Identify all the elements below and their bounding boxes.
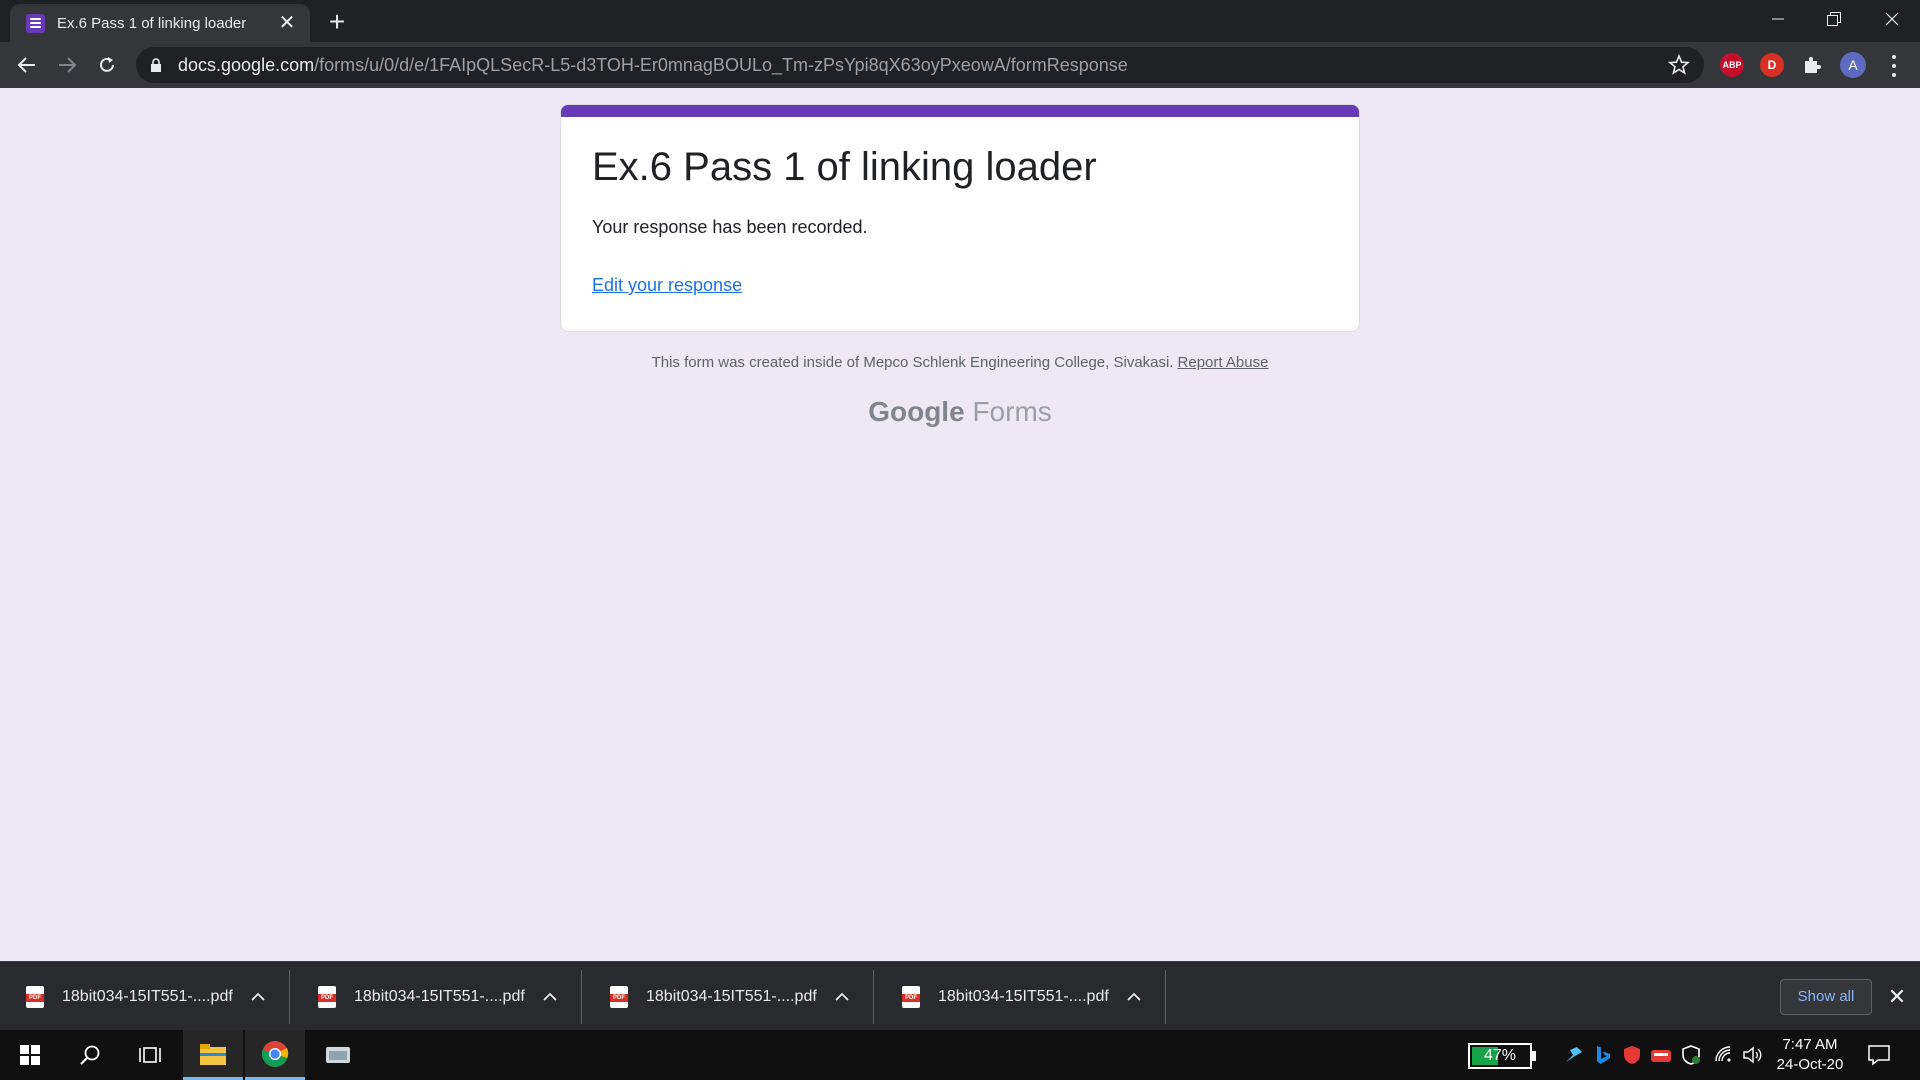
volume-icon[interactable] bbox=[1742, 1044, 1764, 1066]
download-item[interactable]: PDF 18bit034-15IT551-....pdf bbox=[876, 970, 1166, 1024]
battery-indicator[interactable]: 47% bbox=[1468, 1043, 1532, 1069]
back-button[interactable] bbox=[12, 50, 42, 80]
form-title: Ex.6 Pass 1 of linking loader bbox=[592, 145, 1097, 189]
battery-tip bbox=[1532, 1051, 1536, 1061]
arrow-right-icon bbox=[59, 57, 77, 73]
battery-percent: 47% bbox=[1483, 1047, 1517, 1064]
chevron-up-icon[interactable] bbox=[827, 982, 857, 1012]
windows-security-icon[interactable] bbox=[1680, 1044, 1702, 1066]
search-icon[interactable] bbox=[60, 1030, 120, 1080]
download-shelf: PDF 18bit034-15IT551-....pdf PDF 18bit03… bbox=[0, 961, 1920, 1030]
pdf-icon: PDF bbox=[902, 986, 920, 1008]
forward-button[interactable] bbox=[52, 50, 82, 80]
file-explorer-icon[interactable] bbox=[183, 1030, 243, 1080]
google-forms-icon bbox=[26, 13, 45, 33]
clock-date: 24-Oct-20 bbox=[1776, 1056, 1844, 1073]
edit-response-link[interactable]: Edit your response bbox=[592, 275, 742, 296]
form-response-card: Ex.6 Pass 1 of linking loader Your respo… bbox=[560, 104, 1360, 332]
tab-close-icon[interactable]: ✕ bbox=[276, 12, 298, 34]
adblock-extension-icon[interactable]: ABP bbox=[1720, 53, 1744, 77]
bookmark-star-icon[interactable] bbox=[1668, 54, 1690, 76]
system-clock[interactable]: 7:47 AM 24-Oct-20 bbox=[1770, 1035, 1850, 1075]
shield-antivirus-icon[interactable] bbox=[1621, 1044, 1643, 1066]
browser-tab[interactable]: Ex.6 Pass 1 of linking loader ✕ bbox=[10, 4, 310, 42]
download-file-name: 18bit034-15IT551-....pdf bbox=[354, 988, 525, 1005]
chevron-up-icon[interactable] bbox=[243, 982, 273, 1012]
download-file-name: 18bit034-15IT551-....pdf bbox=[62, 988, 233, 1005]
chrome-icon[interactable] bbox=[245, 1030, 305, 1080]
brand-google: Google bbox=[868, 396, 965, 427]
more-menu-icon[interactable] bbox=[1882, 55, 1906, 77]
d-extension-icon[interactable]: D bbox=[1760, 53, 1784, 77]
download-item[interactable]: PDF 18bit034-15IT551-....pdf bbox=[0, 970, 290, 1024]
browser-toolbar: docs.google.com/forms/u/0/d/e/1FAIpQLSec… bbox=[0, 42, 1920, 88]
close-shelf-icon[interactable]: ✕ bbox=[1884, 984, 1910, 1010]
profile-avatar[interactable]: A bbox=[1840, 52, 1866, 78]
google-forms-logo[interactable]: Google Forms bbox=[0, 396, 1920, 428]
chevron-up-icon[interactable] bbox=[535, 982, 565, 1012]
restore-icon bbox=[1827, 12, 1841, 26]
pdf-icon: PDF bbox=[610, 986, 628, 1008]
response-recorded-message: Your response has been recorded. bbox=[592, 217, 868, 237]
window-minimize-button[interactable] bbox=[1750, 0, 1806, 38]
pdf-icon: PDF bbox=[318, 986, 336, 1008]
arrow-left-icon bbox=[17, 57, 35, 73]
windows-start-icon[interactable] bbox=[0, 1030, 60, 1080]
reload-button[interactable] bbox=[92, 50, 122, 80]
download-file-name: 18bit034-15IT551-....pdf bbox=[938, 988, 1109, 1005]
download-item[interactable]: PDF 18bit034-15IT551-....pdf bbox=[292, 970, 582, 1024]
bing-icon[interactable] bbox=[1592, 1044, 1614, 1066]
form-footer-note: This form was created inside of Mepco Sc… bbox=[0, 354, 1920, 371]
show-all-downloads-button[interactable]: Show all bbox=[1780, 979, 1872, 1015]
report-abuse-link[interactable]: Report Abuse bbox=[1178, 354, 1269, 371]
tab-title: Ex.6 Pass 1 of linking loader bbox=[57, 14, 247, 32]
tray-app-icon[interactable] bbox=[1563, 1044, 1585, 1066]
window-restore-button[interactable] bbox=[1806, 0, 1862, 38]
brand-forms: Forms bbox=[972, 396, 1052, 427]
tray-red-app-icon[interactable] bbox=[1650, 1044, 1672, 1066]
download-file-name: 18bit034-15IT551-....pdf bbox=[646, 988, 817, 1005]
close-icon bbox=[1885, 12, 1899, 26]
app-window-icon[interactable] bbox=[308, 1030, 368, 1080]
clock-time: 7:47 AM bbox=[1782, 1036, 1838, 1053]
notification-center-icon[interactable] bbox=[1866, 1042, 1892, 1068]
browser-tab-strip: Ex.6 Pass 1 of linking loader ✕ + bbox=[0, 0, 1920, 42]
pdf-icon: PDF bbox=[26, 986, 44, 1008]
new-tab-button[interactable]: + bbox=[322, 8, 352, 38]
form-accent-band bbox=[561, 105, 1359, 117]
wifi-icon[interactable] bbox=[1713, 1044, 1735, 1066]
reload-icon bbox=[100, 57, 114, 72]
extensions-puzzle-icon[interactable] bbox=[1800, 53, 1824, 77]
address-bar[interactable]: docs.google.com/forms/u/0/d/e/1FAIpQLSec… bbox=[136, 47, 1704, 83]
lock-icon bbox=[151, 58, 161, 72]
window-close-button[interactable] bbox=[1864, 0, 1920, 38]
download-item[interactable]: PDF 18bit034-15IT551-....pdf bbox=[584, 970, 874, 1024]
minimize-icon bbox=[1772, 18, 1784, 20]
page-content: Ex.6 Pass 1 of linking loader Your respo… bbox=[0, 88, 1920, 961]
windows-taskbar: 47% 7:47 AM 24-Oct-20 bbox=[0, 1030, 1920, 1080]
task-view-icon[interactable] bbox=[120, 1030, 180, 1080]
form-origin-text: This form was created inside of Mepco Sc… bbox=[651, 354, 1174, 371]
chevron-up-icon[interactable] bbox=[1119, 982, 1149, 1012]
url-host: docs.google.com bbox=[178, 54, 315, 75]
url-path: /forms/u/0/d/e/1FAIpQLSecR-L5-d3TOH-Er0m… bbox=[314, 54, 1128, 75]
